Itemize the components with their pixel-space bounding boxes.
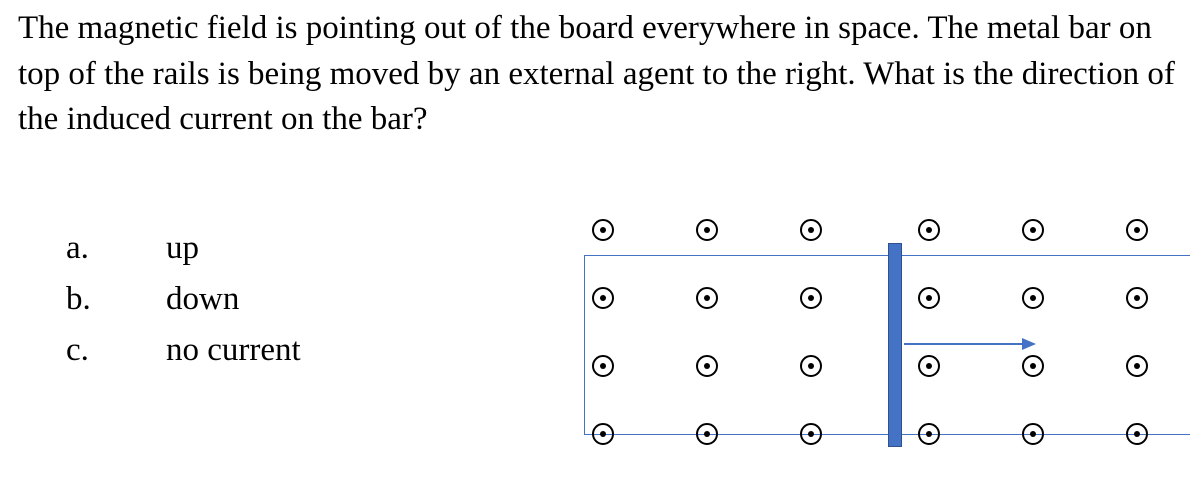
option-label: down bbox=[166, 274, 239, 325]
option-a[interactable]: a. up bbox=[66, 223, 570, 274]
field-out-of-page-icon bbox=[1022, 423, 1044, 445]
field-out-of-page-icon bbox=[800, 423, 822, 445]
option-letter: a. bbox=[66, 223, 166, 274]
field-out-of-page-icon bbox=[800, 355, 822, 377]
field-out-of-page-icon bbox=[592, 287, 614, 309]
field-out-of-page-icon bbox=[696, 287, 718, 309]
option-label: up bbox=[166, 223, 199, 274]
field-out-of-page-icon bbox=[592, 219, 614, 241]
rails-outline bbox=[584, 255, 1190, 435]
physics-diagram bbox=[570, 205, 1190, 465]
option-b[interactable]: b. down bbox=[66, 274, 570, 325]
field-out-of-page-icon bbox=[800, 287, 822, 309]
field-out-of-page-icon bbox=[1126, 287, 1148, 309]
field-out-of-page-icon bbox=[1126, 219, 1148, 241]
field-out-of-page-icon bbox=[918, 355, 940, 377]
field-out-of-page-icon bbox=[1022, 355, 1044, 377]
field-out-of-page-icon bbox=[696, 355, 718, 377]
field-out-of-page-icon bbox=[1022, 287, 1044, 309]
question-text: The magnetic field is pointing out of th… bbox=[18, 6, 1190, 143]
field-out-of-page-icon bbox=[696, 219, 718, 241]
metal-bar bbox=[888, 243, 902, 447]
option-letter: c. bbox=[66, 325, 166, 376]
field-out-of-page-icon bbox=[1126, 355, 1148, 377]
field-out-of-page-icon bbox=[1022, 219, 1044, 241]
option-label: no current bbox=[166, 325, 301, 376]
option-letter: b. bbox=[66, 274, 166, 325]
field-out-of-page-icon bbox=[800, 219, 822, 241]
field-out-of-page-icon bbox=[918, 287, 940, 309]
field-out-of-page-icon bbox=[592, 423, 614, 445]
field-out-of-page-icon bbox=[1126, 423, 1148, 445]
field-out-of-page-icon bbox=[918, 219, 940, 241]
field-out-of-page-icon bbox=[918, 423, 940, 445]
options-list: a. up b. down c. no current bbox=[18, 205, 570, 465]
motion-arrow-icon bbox=[904, 343, 1034, 345]
option-c[interactable]: c. no current bbox=[66, 325, 570, 376]
field-out-of-page-icon bbox=[592, 355, 614, 377]
field-out-of-page-icon bbox=[696, 423, 718, 445]
